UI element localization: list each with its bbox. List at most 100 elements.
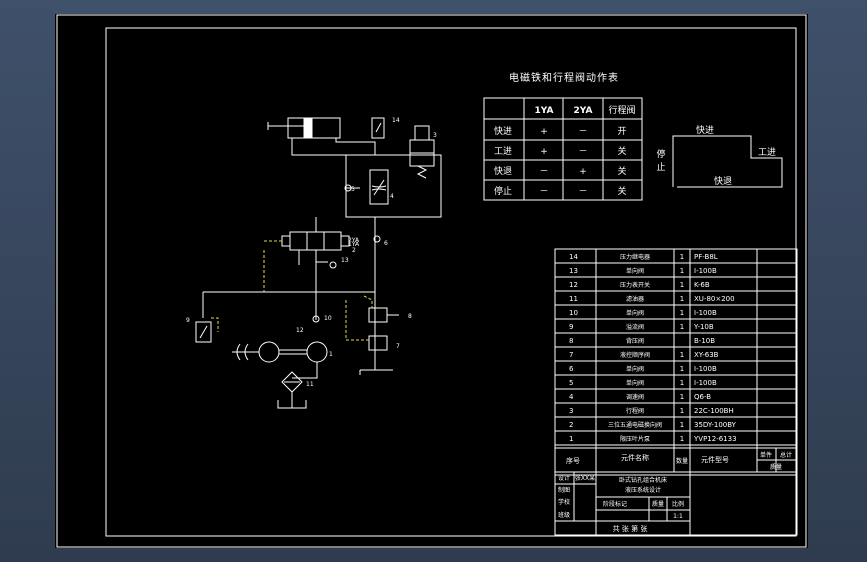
parts-cell-qty: 1: [680, 407, 684, 415]
parts-cell-model: YVP12-6133: [693, 435, 737, 443]
parts-cell-model: I-100B: [694, 365, 717, 373]
cell: 开: [617, 126, 626, 137]
cell: －: [539, 187, 548, 197]
label-6: 6: [384, 240, 388, 247]
parts-cell-name: 单向阀: [626, 309, 644, 317]
hydraulic-cylinder-icon: [267, 117, 341, 139]
label-10: 10: [324, 315, 332, 322]
directional-valve-2-icon: [281, 231, 350, 251]
parts-cell-model: PF-B8L: [694, 253, 718, 261]
parts-header-qty: 数量: [676, 457, 688, 465]
parts-cell-no: 1: [569, 435, 573, 443]
tb-scale-value: 1:1: [673, 513, 683, 520]
parts-cell-no: 11: [569, 295, 578, 303]
parts-cell-name: 压力继电器: [620, 253, 650, 261]
cycle-stop-1: 停: [656, 148, 665, 160]
parts-cell-model: XU-80×200: [694, 295, 735, 303]
parts-cell-qty: 1: [680, 281, 684, 289]
parts-cell-qty: 1: [680, 435, 684, 443]
parts-cell-name: 单向阀: [626, 379, 644, 387]
parts-cell-model: 22C-100BH: [694, 407, 734, 415]
sequence-valve-7-icon: [368, 335, 388, 351]
tb-design: 设计: [558, 474, 570, 482]
drawing-canvas: 电磁铁和行程阀动作表 1YA 2YA 行程阀 快进 + － 开 工进 + － 关…: [55, 14, 808, 548]
header-1ya: 1YA: [535, 106, 554, 116]
tb-designer: 张XX某: [575, 474, 595, 482]
hydraulic-drawing: 电磁铁和行程阀动作表 1YA 2YA 行程阀 快进 + － 开 工进 + － 关…: [56, 14, 807, 548]
parts-cell-no: 9: [569, 323, 573, 331]
cycle-work-feed: 工进: [758, 147, 776, 158]
inner-frame: [105, 27, 797, 537]
pump-1-icon: [306, 341, 328, 363]
action-table: 1YA 2YA 行程阀 快进 + － 开 工进 + － 关 快退 － + 关 停…: [483, 97, 643, 201]
parts-cell-model: B-10B: [694, 337, 715, 345]
label-9: 9: [186, 317, 190, 324]
tb-class: 班级: [558, 511, 570, 519]
label-14: 14: [392, 117, 400, 124]
parts-cell-qty: 1: [680, 393, 684, 401]
tb-school: 学校: [558, 498, 570, 506]
label-4: 4: [390, 193, 394, 200]
parts-cell-name: 三位五通电磁换向阀: [608, 421, 662, 429]
tb-sheets: 共 张 第 张: [613, 524, 648, 533]
tb-drawing: 制图: [558, 486, 570, 494]
motor-icon: [258, 341, 280, 363]
label-3: 3: [433, 132, 437, 139]
cell: +: [540, 127, 548, 137]
check-valve-13-icon: [329, 261, 337, 269]
parts-cell-model: XY-63B: [694, 351, 719, 359]
parts-header-unit: 单件: [760, 451, 772, 459]
parts-header-mass: 质量: [770, 463, 782, 471]
cycle-fast-forward: 快进: [696, 124, 714, 136]
parts-cell-model: Y-10B: [693, 323, 714, 331]
tb-weight: 质量: [652, 500, 664, 508]
cell: 关: [617, 185, 626, 197]
tb-title-2: 液压系统设计: [625, 486, 661, 494]
cell: －: [578, 127, 587, 137]
row-label: 停止: [494, 185, 512, 197]
parts-cell-name: 限压叶片泵: [620, 435, 650, 443]
parts-cell-name: 溢流阀: [626, 323, 644, 331]
parts-cell-name: 调速阀: [626, 393, 644, 401]
parts-cell-qty: 1: [680, 267, 684, 275]
parts-cell-no: 14: [569, 253, 578, 261]
tb-title-1: 卧式钻孔组合机床: [619, 476, 667, 484]
label-2: 2: [352, 247, 356, 254]
parts-cell-model: I-100B: [694, 309, 717, 317]
parts-cell-no: 8: [569, 337, 573, 345]
parts-cell-no: 2: [569, 421, 573, 429]
label-11: 11: [306, 381, 314, 388]
parts-cell-qty: 1: [680, 309, 684, 317]
cell: 关: [617, 165, 626, 177]
parts-list-table: 14 压力继电器 1 PF-B8L13 单向阀 1 I-100B12 压力表开关 1 K-6B11…: [554, 248, 798, 476]
parts-cell-no: 6: [569, 365, 574, 373]
parts-cell-no: 13: [569, 267, 578, 275]
parts-cell-qty: 1: [680, 365, 684, 373]
label-2ya: 2YA: [348, 237, 360, 244]
parts-cell-no: 5: [569, 379, 573, 387]
cell: +: [540, 147, 548, 157]
row-label: 快退: [494, 165, 512, 177]
parts-cell-name: 压力表开关: [620, 281, 650, 289]
row-label: 快进: [494, 125, 512, 137]
parts-cell-model: Q6-B: [694, 393, 711, 401]
parts-cell-name: 单向阀: [626, 365, 644, 373]
parts-cell-qty: 1: [680, 323, 684, 331]
header-2ya: 2YA: [574, 106, 593, 116]
tb-scale: 比例: [672, 500, 684, 508]
cell: －: [578, 187, 587, 197]
parts-cell-no: 7: [569, 351, 573, 359]
hydraulic-circuit: 14 3 5 4 6 1YA 2YA 2 13 9 10 12 1 11 8 7: [186, 117, 442, 409]
work-cycle-diagram: 快进 工进 快退 停 止: [656, 124, 783, 188]
header-stroke-valve: 行程阀: [608, 104, 635, 116]
label-8: 8: [408, 313, 412, 320]
back-pressure-valve-8-icon: [368, 307, 388, 323]
parts-cell-qty: 1: [680, 253, 684, 261]
table-title: 电磁铁和行程阀动作表: [509, 71, 619, 84]
parts-cell-no: 3: [569, 407, 573, 415]
parts-cell-name: 单向阀: [626, 267, 644, 275]
parts-header-no: 序号: [566, 456, 580, 465]
parts-cell-no: 10: [569, 309, 578, 317]
cell: +: [579, 167, 587, 177]
row-label: 工进: [494, 146, 512, 157]
